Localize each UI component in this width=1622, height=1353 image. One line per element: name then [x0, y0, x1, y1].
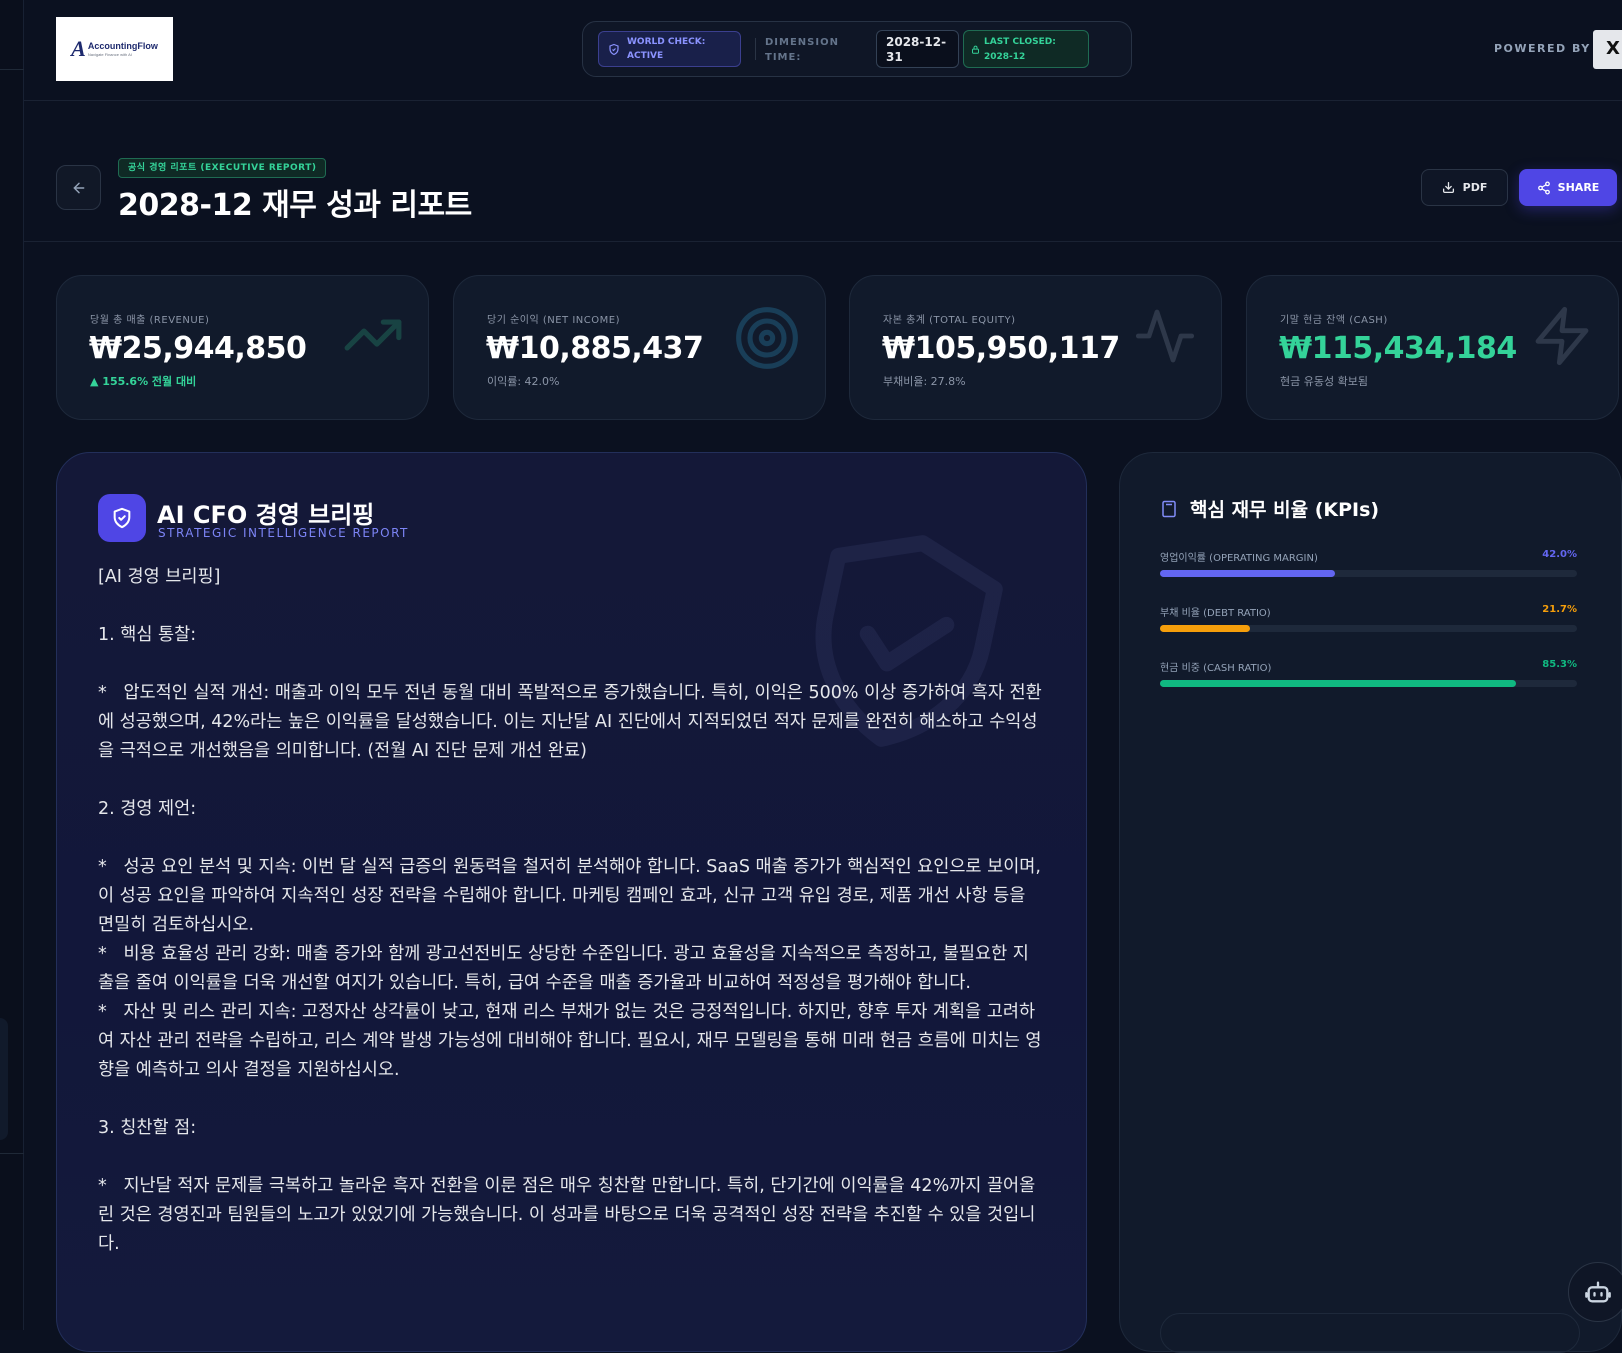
- ratio-label: 현금 비중 (CASH RATIO): [1160, 663, 1272, 674]
- kpi-value: ₩105,950,117: [882, 331, 1120, 366]
- pdf-button-label: PDF: [1462, 181, 1488, 194]
- briefing-shield-icon: [98, 494, 146, 542]
- dimension-date-input[interactable]: 2028-12-31: [876, 30, 959, 68]
- trending-up-icon: [344, 319, 402, 351]
- kpi-card-cash: 기말 현금 잔액 (CASH) ₩115,434,184 현금 유동성 확보됨: [1246, 275, 1619, 420]
- ai-cfo-briefing-panel: AI CFO 경영 브리핑 STRATEGIC INTELLIGENCE REP…: [56, 452, 1087, 1352]
- ratio-fill: [1160, 625, 1251, 632]
- ratio-value: 21.7%: [1542, 604, 1577, 615]
- calculator-icon: [1162, 500, 1176, 517]
- report-title-row: 공식 경영 리포트 (EXECUTIVE REPORT) 2028-12 재무 …: [24, 101, 1622, 242]
- kpi-subtext: 현금 유동성 확보됨: [1280, 375, 1368, 388]
- ratio-value: 42.0%: [1542, 549, 1577, 560]
- briefing-subtitle: STRATEGIC INTELLIGENCE REPORT: [158, 526, 409, 540]
- logo-name: AccountingFlow: [87, 40, 158, 51]
- ratios-footer: [1160, 1313, 1580, 1353]
- dimension-time-label: DIMENSION TIME:: [765, 37, 839, 63]
- ratio-track: [1160, 570, 1577, 577]
- ratio-value: 85.3%: [1542, 659, 1577, 670]
- back-button[interactable]: [56, 165, 101, 210]
- left-sidebar-edge: [0, 0, 24, 1330]
- kpi-change: ▲ 155.6% 전월 대비: [90, 375, 197, 388]
- target-icon: [736, 307, 798, 369]
- top-header: A AccountingFlow Navigate Finance with A…: [24, 0, 1622, 101]
- ratio-label: 영업이익률 (OPERATING MARGIN): [1160, 553, 1318, 564]
- zap-icon: [1535, 306, 1589, 366]
- briefing-body: [AI 경영 브리핑] 1. 핵심 통찰: * 압도적인 실적 개선: 매출과 …: [98, 567, 1042, 1254]
- ratio-track: [1160, 680, 1577, 687]
- executive-report-badge: 공식 경영 리포트 (EXECUTIVE REPORT): [118, 158, 327, 178]
- partner-logo: X: [1593, 30, 1622, 69]
- ratio-debt: 부채 비율 (DEBT RATIO) 21.7%: [1160, 604, 1577, 632]
- kpi-label: 자본 총계 (TOTAL EQUITY): [883, 315, 1016, 326]
- activity-icon: [1135, 309, 1195, 363]
- kpi-label: 기말 현금 잔액 (CASH): [1280, 315, 1388, 326]
- powered-by-label: POWERED BY: [1494, 42, 1591, 55]
- bot-icon: [1585, 1281, 1611, 1303]
- kpi-subtext: 부채비율: 27.8%: [883, 375, 966, 388]
- kpi-card-revenue: 당월 총 매출 (REVENUE) ₩25,944,850 ▲ 155.6% 전…: [56, 275, 429, 420]
- share-button[interactable]: SHARE: [1519, 169, 1617, 206]
- key-ratios-panel: 핵심 재무 비율 (KPIs) 영업이익률 (OPERATING MARGIN)…: [1119, 452, 1622, 1353]
- logo-tagline: Navigate Finance with AI: [87, 51, 132, 57]
- shield-check-icon: [609, 43, 619, 55]
- kpi-value: ₩115,434,184: [1279, 331, 1517, 366]
- download-icon: [1442, 181, 1454, 194]
- kpi-card-total-equity: 자본 총계 (TOTAL EQUITY) ₩105,950,117 부채비율: …: [849, 275, 1222, 420]
- ratio-fill: [1160, 680, 1516, 687]
- last-closed-text: LAST CLOSED: 2028-12: [984, 37, 1056, 62]
- ratio-label: 부채 비율 (DEBT RATIO): [1160, 608, 1271, 619]
- share-icon: [1537, 181, 1550, 194]
- lock-icon: [972, 45, 979, 54]
- world-check-text: WORLD CHECK: ACTIVE: [627, 37, 706, 61]
- share-button-label: SHARE: [1557, 181, 1600, 194]
- page-title: 2028-12 재무 성과 리포트: [118, 188, 472, 223]
- ratio-fill: [1160, 570, 1336, 577]
- ratio-cash: 현금 비중 (CASH RATIO) 85.3%: [1160, 659, 1577, 687]
- kpi-card-net-income: 당기 순이익 (NET INCOME) ₩10,885,437 이익률: 42.…: [453, 275, 826, 420]
- world-check-badge: WORLD CHECK: ACTIVE: [598, 31, 741, 67]
- briefing-title: AI CFO 경영 브리핑: [157, 501, 375, 529]
- ratios-title: 핵심 재무 비율 (KPIs): [1190, 499, 1380, 521]
- kpi-value: ₩25,944,850: [89, 331, 307, 366]
- last-closed-badge: LAST CLOSED: 2028-12: [963, 30, 1089, 68]
- ai-assistant-button[interactable]: [1568, 1262, 1622, 1322]
- kpi-label: 당기 순이익 (NET INCOME): [487, 315, 620, 326]
- company-logo[interactable]: A AccountingFlow Navigate Finance with A…: [56, 17, 173, 81]
- status-bar: WORLD CHECK: ACTIVE DIMENSION TIME: 2028…: [582, 21, 1132, 77]
- pdf-download-button[interactable]: PDF: [1421, 169, 1508, 206]
- kpi-subtext: 이익률: 42.0%: [487, 375, 560, 388]
- kpi-label: 당월 총 매출 (REVENUE): [90, 315, 210, 326]
- kpi-value: ₩10,885,437: [486, 331, 704, 366]
- ratio-operating-margin: 영업이익률 (OPERATING MARGIN) 42.0%: [1160, 549, 1577, 577]
- arrow-left-icon: [72, 182, 84, 193]
- ratio-track: [1160, 625, 1577, 632]
- logo-mark-icon: A: [71, 36, 86, 61]
